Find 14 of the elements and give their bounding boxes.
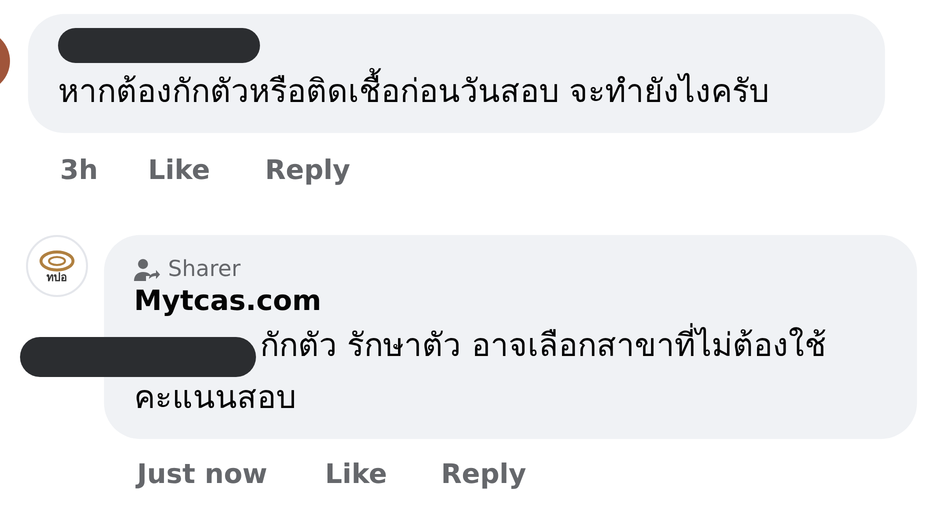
like-link[interactable]: Like bbox=[325, 459, 441, 490]
logo-text: ทปอ bbox=[46, 272, 68, 282]
reply-link[interactable]: Reply bbox=[265, 155, 365, 186]
like-link[interactable]: Like bbox=[148, 155, 265, 186]
reply-link[interactable]: Reply bbox=[441, 459, 541, 490]
emblem-icon bbox=[39, 250, 75, 272]
comment-text: คะแนนสอบ bbox=[134, 377, 296, 418]
author-name[interactable]: Mytcas.com bbox=[134, 284, 893, 317]
comment-time: 3h bbox=[60, 155, 100, 186]
comment-text: กักตัว รักษาตัว อาจเลือกสาขาที่ไม่ต้องใช้ bbox=[260, 321, 826, 369]
user-share-icon bbox=[134, 258, 160, 282]
comment-text: หากต้องกักตัวหรือติดเชื้อก่อนวันสอบ จะทำยังไงครับ bbox=[58, 67, 861, 115]
sharer-label: Sharer bbox=[168, 257, 241, 282]
comment-time: Just now bbox=[137, 459, 268, 490]
